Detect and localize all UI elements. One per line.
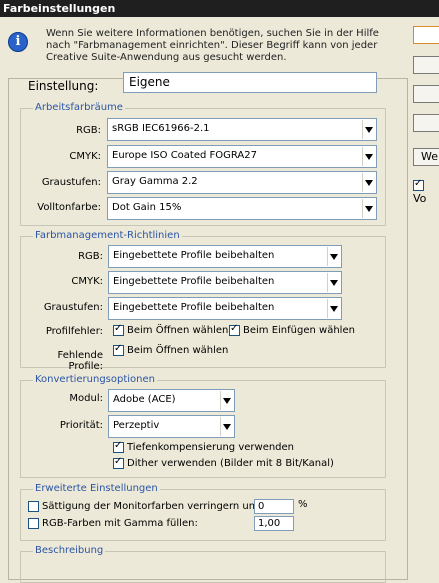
intent-label: Priorität: [59,420,103,431]
preview-checkbox-group[interactable]: Vo [413,178,439,207]
cmyk-workspace-select[interactable]: Europe ISO Coated FOGRA27 [107,145,377,168]
blend-gamma-input[interactable]: 1,00 [254,516,294,531]
conversion-title: Konvertierungsoptionen [33,374,158,385]
desaturate-checkbox[interactable] [28,501,39,512]
spot-workspace-value: Dot Gain 15% [112,202,182,213]
chevron-down-icon [327,299,340,318]
engine-select[interactable]: Adobe (ACE) [108,389,235,412]
mismatch-open-checkbox[interactable] [113,323,124,336]
policy-cmyk-select[interactable]: Eingebettete Profile beibehalten [108,271,342,294]
dither-label: Dither verwenden (Bilder mit 8 Bit/Kanal… [127,458,334,469]
gray-workspace-value: Gray Gamma 2.2 [112,176,198,187]
save-button[interactable] [413,114,439,132]
advanced-title: Erweiterte Einstellungen [33,483,160,494]
mismatch-label: Profilfehler: [45,326,103,337]
chevron-down-icon [362,147,375,166]
load-button[interactable] [413,85,439,103]
chevron-down-icon [361,74,375,91]
rgb-label: RGB: [76,125,101,136]
policy-cmyk-value: Eingebettete Profile beibehalten [113,276,275,287]
missing-open-checkbox[interactable] [113,343,124,356]
chevron-down-icon [362,120,375,139]
chevron-down-icon [327,273,340,292]
policy-rgb-label: RGB: [78,251,103,262]
missing-open-label: Beim Öffnen wählen [127,345,229,356]
settings-label: Einstellung: [28,79,99,93]
advanced-group [20,489,386,541]
cmyk-workspace-value: Europe ISO Coated FOGRA27 [112,150,257,161]
spot-workspace-select[interactable]: Dot Gain 15% [107,197,377,220]
intent-value: Perzeptiv [113,420,160,431]
bpc-checkbox[interactable] [113,440,124,453]
policy-cmyk-label: CMYK: [71,276,103,287]
chevron-down-icon [220,417,233,436]
info-icon: i [8,32,28,52]
chevron-down-icon [362,173,375,192]
gray-workspace-select[interactable]: Gray Gamma 2.2 [107,171,377,194]
info-line: Wenn Sie weitere Informationen benötigen… [46,28,379,39]
preview-label: Vo [413,192,427,205]
settings-select[interactable]: Eigene [123,72,377,93]
spot-label: Volltonfarbe: [37,202,101,213]
blend-gamma-checkbox[interactable] [28,518,39,529]
ok-button[interactable] [413,26,439,44]
rgb-workspace-value: sRGB IEC61966-2.1 [112,123,210,134]
bpc-label: Tiefenkompensierung verwenden [127,442,295,453]
mismatch-open-label: Beim Öffnen wählen [127,325,229,336]
cmyk-label: CMYK: [69,151,101,162]
info-line: nach "Farbmanagement einrichten". Dieser… [46,40,378,51]
fewer-options-button[interactable]: We [413,148,439,166]
policy-rgb-select[interactable]: Eingebettete Profile beibehalten [108,245,342,268]
blend-gamma-label: RGB-Farben mit Gamma füllen: [42,518,198,529]
percent-unit: % [298,499,308,510]
chevron-down-icon [220,391,233,410]
desaturate-input[interactable]: 0 [254,499,294,514]
engine-label: Modul: [69,393,103,404]
policy-rgb-value: Eingebettete Profile beibehalten [113,250,275,261]
intent-select[interactable]: Perzeptiv [108,415,235,438]
mismatch-paste-checkbox[interactable] [229,323,240,336]
info-line: Creative Suite-Anwendung aus gesucht wer… [46,52,287,63]
gray-label: Graustufen: [41,177,101,188]
policies-title: Farbmanagement-Richtlinien [33,230,182,241]
dither-checkbox[interactable] [113,456,124,469]
engine-value: Adobe (ACE) [113,394,176,405]
mismatch-paste-label: Beim Einfügen wählen [243,325,355,336]
description-title: Beschreibung [33,545,106,556]
policy-gray-select[interactable]: Eingebettete Profile beibehalten [108,297,342,320]
preview-checkbox[interactable] [413,178,424,191]
cancel-button[interactable] [413,56,439,74]
policy-gray-label: Graustufen: [43,302,103,313]
policy-gray-value: Eingebettete Profile beibehalten [113,302,275,313]
settings-select-value: Eigene [129,75,170,89]
rgb-workspace-select[interactable]: sRGB IEC61966-2.1 [107,118,377,141]
missing-label: Fehlende Profile: [57,350,103,372]
chevron-down-icon [327,247,340,266]
workspaces-title: Arbeitsfarbräume [33,102,125,113]
info-text: Wenn Sie weitere Informationen benötigen… [46,28,401,64]
desaturate-label: Sättigung der Monitorfarben verringern u… [42,501,262,512]
window-title: Farbeinstellungen [0,0,439,17]
chevron-down-icon [362,199,375,218]
